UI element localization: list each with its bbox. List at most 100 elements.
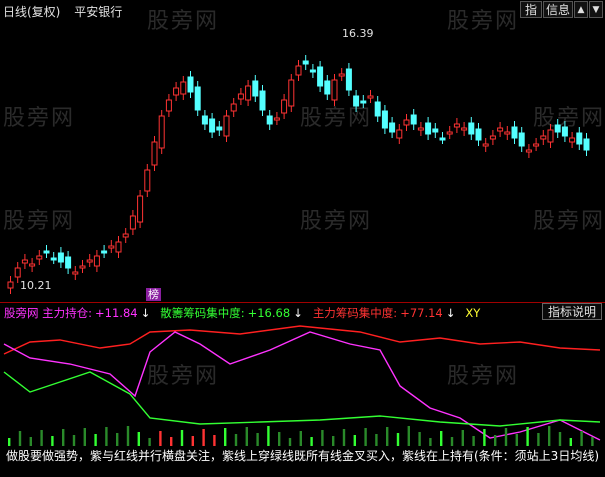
candle-body [259,90,266,111]
low-price-label: 10.21 [20,279,52,292]
candle-body [194,86,201,111]
histogram-bar [267,426,270,446]
histogram-bar [94,434,97,446]
candle-body [309,69,316,73]
candle-body [569,137,576,143]
histogram-bar [213,435,216,446]
candle-body [201,115,208,125]
histogram-bar [321,430,324,446]
legend-holding-label: 股旁网 主力持仓: [4,306,93,320]
histogram-bar [461,430,464,446]
candle-body [36,255,43,260]
candle-body [245,85,252,101]
histogram-bar [278,432,281,446]
candle-body [425,122,432,135]
histogram-bar [504,428,508,446]
histogram-bar [342,429,346,446]
candle-body [209,118,216,133]
histogram-bar [494,435,497,446]
candle-body [410,114,417,125]
candle-body [403,119,410,126]
candle-body [374,101,381,117]
ranking-badge[interactable]: 榜 [146,288,161,301]
candle-body [547,129,554,143]
candle-body [439,137,446,141]
arrow-down-icon: ↓ [140,306,151,320]
histogram-bar [580,431,583,446]
candle-body [482,143,489,147]
histogram-bar [62,429,65,446]
candle-body [453,123,460,128]
strategy-text: 做股要做强势，紫与红线并行横盘关注，紫线上穿绿线既所有线金叉买入，紫线在上持有(… [6,449,600,463]
histogram-bar [418,432,421,446]
arrow-down-icon: ↓ [293,306,303,320]
candle-body [79,265,86,269]
candle-body [237,93,244,100]
scroll-down-button[interactable]: ▼ [589,1,603,18]
candle-body [137,195,144,223]
candle-body [108,245,115,249]
info-button[interactable]: 信息 [543,1,573,18]
indicator-help-button[interactable]: 指标说明 [542,303,602,320]
legend-retail-label: 散籌筹码集中度: [160,306,245,320]
histogram-bar [202,429,205,446]
candle-body [576,132,583,145]
panel-divider [0,302,605,303]
candle-body [115,241,122,253]
candle-body [446,131,453,135]
main-line [3,325,601,355]
histogram-bar [310,437,313,446]
histogram-bar [8,438,11,446]
candle-body [252,80,259,97]
arrow-down-icon: ↓ [445,306,456,320]
holding-line [3,331,601,441]
histogram-bar [548,426,551,446]
histogram-bar [105,427,108,446]
histogram-bar [148,438,151,446]
candle-body [122,233,129,238]
histogram-bar [83,428,86,446]
histogram-bar [472,436,475,446]
period-label: 日线(复权) [3,5,61,19]
candle-body [43,250,50,254]
histogram-bar [245,427,248,446]
legend-retail-value: +16.68 [247,306,291,320]
candle-body [554,124,561,133]
histogram-bar [332,436,335,446]
candle-body [173,87,180,96]
candle-body [216,126,223,131]
candle-body [367,95,374,99]
histogram-bar [191,436,194,446]
candle-body [14,267,21,278]
histogram-bar [170,437,173,446]
scroll-up-button[interactable]: ▲ [574,1,588,18]
candle-body [489,135,496,140]
zhi-button[interactable]: 指 [520,1,542,18]
retail-line [3,371,601,427]
histogram-bar [126,426,130,446]
histogram-bar [116,433,119,446]
candle-body [180,81,187,95]
histogram-bar [353,435,356,446]
candle-body [129,215,136,230]
candle-body [144,169,151,192]
legend-holding-value: +11.84 [95,306,138,320]
candle-body [360,100,367,104]
histogram-bar [51,436,54,446]
histogram-bar [558,432,562,446]
indicator-legend: 股旁网 主力持仓: +11.84 ↓ 散籌筹码集中度: +16.68 ↓ 主力筹码集中度: +… [4,305,483,321]
candle-body [561,126,568,137]
histogram-bar [299,431,302,446]
histogram-bar [224,428,227,446]
histogram-bar [591,437,594,446]
histogram-bar [429,438,432,446]
candle-body [86,259,93,263]
candle-body [302,60,309,65]
candle-body [432,128,439,133]
candle-body [187,76,194,93]
candle-body [525,149,532,153]
histogram-bar [396,433,400,446]
histogram-bar [515,434,518,446]
histogram-bar [450,437,454,446]
candle-body [497,127,504,132]
